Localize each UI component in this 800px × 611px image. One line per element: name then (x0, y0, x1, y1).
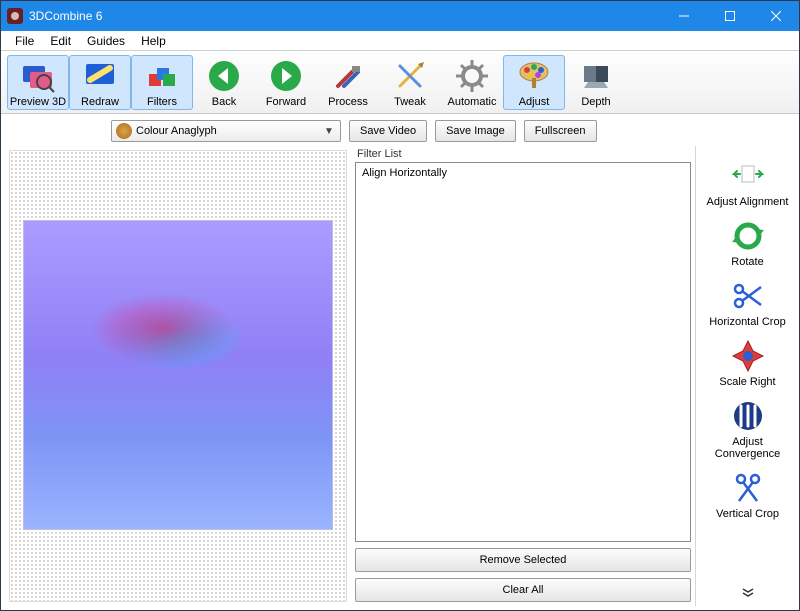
sidebar: Adjust Alignment Rotate Horizontal Crop … (695, 146, 799, 606)
vertical-crop-icon (730, 470, 766, 506)
fullscreen-button[interactable]: Fullscreen (524, 120, 597, 142)
chevron-down-icon: ▼ (322, 126, 336, 137)
filter-list[interactable]: Align Horizontally (355, 162, 691, 542)
process-icon (330, 58, 366, 94)
toolbar-label: Automatic (448, 96, 497, 108)
filters-icon (144, 58, 180, 94)
secondary-bar: Colour Anaglyph ▼ Save Video Save Image … (1, 114, 799, 146)
menu-file[interactable]: File (7, 32, 42, 50)
filter-panel: Filter List Align Horizontally Remove Se… (355, 146, 691, 602)
sidebar-scale-right[interactable]: Scale Right (700, 338, 796, 388)
preview3d-icon (20, 58, 56, 94)
scale-right-icon (730, 338, 766, 374)
toolbar-redraw[interactable]: Redraw (69, 55, 131, 110)
menu-edit[interactable]: Edit (42, 32, 79, 50)
preview-panel (9, 150, 347, 602)
adjust-alignment-icon (730, 158, 766, 194)
toolbar-label: Back (212, 96, 236, 108)
maximize-button[interactable] (707, 1, 753, 31)
anaglyph-icon (116, 123, 132, 139)
main-area: Filter List Align Horizontally Remove Se… (1, 146, 799, 606)
redraw-icon (82, 58, 118, 94)
sidebar-label: Horizontal Crop (709, 316, 785, 328)
close-button[interactable] (753, 1, 799, 31)
menubar: File Edit Guides Help (1, 31, 799, 51)
titlebar: 3DCombine 6 (1, 1, 799, 31)
toolbar: Preview 3D Redraw Filters Back Forward P… (1, 51, 799, 114)
filter-list-label: Filter List (355, 146, 691, 162)
sidebar-vertical-crop[interactable]: Vertical Crop (700, 470, 796, 520)
toolbar-adjust[interactable]: Adjust (503, 55, 565, 110)
toolbar-label: Filters (147, 96, 177, 108)
window-title: 3DCombine 6 (29, 9, 102, 23)
remove-selected-button[interactable]: Remove Selected (355, 548, 691, 572)
sidebar-label: Adjust Alignment (707, 196, 789, 208)
automatic-icon (454, 58, 490, 94)
adjust-icon (516, 58, 552, 94)
menu-guides[interactable]: Guides (79, 32, 133, 50)
toolbar-filters[interactable]: Filters (131, 55, 193, 110)
combo-value: Colour Anaglyph (136, 125, 322, 137)
sidebar-label: Rotate (731, 256, 763, 268)
sidebar-rotate[interactable]: Rotate (700, 218, 796, 268)
tweak-icon (392, 58, 428, 94)
sidebar-label: Scale Right (719, 376, 775, 388)
toolbar-label: Preview 3D (10, 96, 66, 108)
toolbar-label: Depth (581, 96, 610, 108)
toolbar-label: Redraw (81, 96, 119, 108)
toolbar-automatic[interactable]: Automatic (441, 55, 503, 110)
toolbar-tweak[interactable]: Tweak (379, 55, 441, 110)
rotate-icon (730, 218, 766, 254)
forward-icon (268, 58, 304, 94)
toolbar-label: Process (328, 96, 368, 108)
back-icon (206, 58, 242, 94)
minimize-button[interactable] (661, 1, 707, 31)
horizontal-crop-icon (730, 278, 766, 314)
toolbar-back[interactable]: Back (193, 55, 255, 110)
toolbar-label: Adjust (519, 96, 550, 108)
toolbar-forward[interactable]: Forward (255, 55, 317, 110)
sidebar-horizontal-crop[interactable]: Horizontal Crop (700, 278, 796, 328)
app-icon (7, 8, 23, 24)
sidebar-label: Vertical Crop (716, 508, 779, 520)
sidebar-label: Adjust Convergence (700, 436, 796, 460)
save-video-button[interactable]: Save Video (349, 120, 427, 142)
sidebar-more-icon[interactable] (741, 588, 755, 598)
toolbar-process[interactable]: Process (317, 55, 379, 110)
display-mode-combo[interactable]: Colour Anaglyph ▼ (111, 120, 341, 142)
menu-help[interactable]: Help (133, 32, 174, 50)
toolbar-label: Tweak (394, 96, 426, 108)
adjust-convergence-icon (730, 398, 766, 434)
filter-list-item[interactable]: Align Horizontally (360, 166, 686, 180)
sidebar-adjust-convergence[interactable]: Adjust Convergence (700, 398, 796, 460)
preview-image (24, 221, 332, 529)
save-image-button[interactable]: Save Image (435, 120, 516, 142)
toolbar-preview3d[interactable]: Preview 3D (7, 55, 69, 110)
toolbar-depth[interactable]: Depth (565, 55, 627, 110)
depth-icon (578, 58, 614, 94)
sidebar-adjust-alignment[interactable]: Adjust Alignment (700, 158, 796, 208)
clear-all-button[interactable]: Clear All (355, 578, 691, 602)
toolbar-label: Forward (266, 96, 306, 108)
